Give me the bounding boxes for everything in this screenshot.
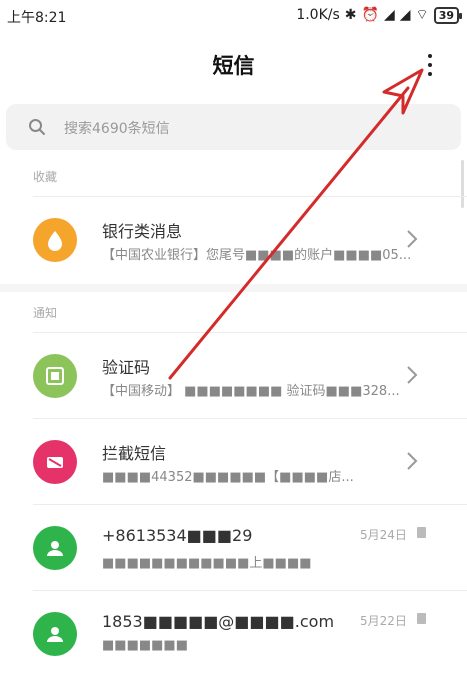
contact-icon — [47, 627, 63, 642]
search-icon — [29, 119, 45, 135]
conversation-date: 5月22日 — [360, 614, 407, 628]
section-separator — [0, 284, 467, 292]
avatar — [33, 612, 77, 656]
avatar — [33, 440, 77, 484]
chevron-right-icon — [407, 230, 418, 248]
conversation-preview: ■■■■44352■■■■■■【■■■■店... — [102, 470, 354, 485]
more-vertical-icon — [428, 54, 432, 58]
page-title: 短信 — [212, 54, 255, 78]
chevron-right-icon — [407, 452, 418, 470]
verification-code-icon — [46, 367, 64, 385]
sim-card-icon — [417, 613, 426, 624]
conversation-name: +8613534■■■29 — [102, 526, 253, 545]
network-speed: 1.0K/s — [296, 7, 340, 23]
conversation-preview: 【中国移动】 ■■■■■■■■ 验证码■■■328... — [102, 384, 400, 399]
conversation-row[interactable]: 验证码 【中国移动】 ■■■■■■■■ 验证码■■■328... — [0, 334, 467, 418]
search-placeholder: 搜索4690条短信 — [64, 121, 170, 137]
signal-icon-2: ◢ — [399, 7, 411, 23]
divider — [33, 418, 467, 419]
section-label-favorites: 收藏 — [33, 170, 58, 184]
divider — [33, 504, 467, 505]
avatar — [33, 218, 77, 262]
conversation-row[interactable]: 银行类消息 【中国农业银行】您尾号■■■■的账户■■■■05... — [0, 198, 467, 282]
conversation-name: 银行类消息 — [102, 222, 183, 241]
signal-icon: ◢ — [383, 7, 395, 23]
conversation-preview: ■■■■■■■ — [102, 638, 188, 653]
conversation-preview: 【中国农业银行】您尾号■■■■的账户■■■■05... — [102, 248, 412, 263]
conversation-row[interactable]: +8613534■■■29 ■■■■■■■■■■■■上■■■■ 5月24日 — [0, 506, 467, 590]
divider — [33, 332, 467, 333]
status-time: 上午8:21 — [7, 10, 67, 26]
more-options-button[interactable] — [418, 48, 442, 82]
bluetooth-icon: ✱ — [344, 7, 357, 23]
blocked-messages-icon — [47, 457, 63, 468]
conversation-row[interactable]: 1853■■■■■@■■■■.com ■■■■■■■ 5月22日 — [0, 592, 467, 676]
divider — [33, 590, 467, 591]
contact-icon — [47, 541, 63, 556]
alarm-icon: ⏰ — [361, 7, 379, 23]
conversation-name: 验证码 — [102, 358, 151, 377]
bank-icon — [48, 231, 62, 251]
chevron-right-icon — [407, 366, 418, 384]
conversation-row[interactable]: 拦截短信 ■■■■44352■■■■■■【■■■■店... — [0, 420, 467, 504]
section-label-notifications: 通知 — [33, 306, 58, 320]
sim-card-icon — [417, 527, 426, 538]
app-header: 短信 — [0, 40, 467, 90]
search-input[interactable]: 搜索4690条短信 — [6, 104, 461, 150]
wifi-icon: ⌔ — [415, 7, 429, 23]
conversation-preview: ■■■■■■■■■■■■上■■■■ — [102, 556, 312, 571]
status-bar: 上午8:21 1.0K/s ✱ ⏰ ◢ ◢ ⌔ 39 — [0, 0, 467, 32]
avatar — [33, 526, 77, 570]
status-icons: 1.0K/s ✱ ⏰ ◢ ◢ ⌔ 39 — [296, 6, 463, 24]
battery-icon: 39 — [433, 6, 463, 24]
divider — [33, 196, 467, 197]
conversation-date: 5月24日 — [360, 528, 407, 542]
avatar — [33, 354, 77, 398]
conversation-name: 拦截短信 — [102, 444, 167, 463]
conversation-name: 1853■■■■■@■■■■.com — [102, 612, 335, 631]
